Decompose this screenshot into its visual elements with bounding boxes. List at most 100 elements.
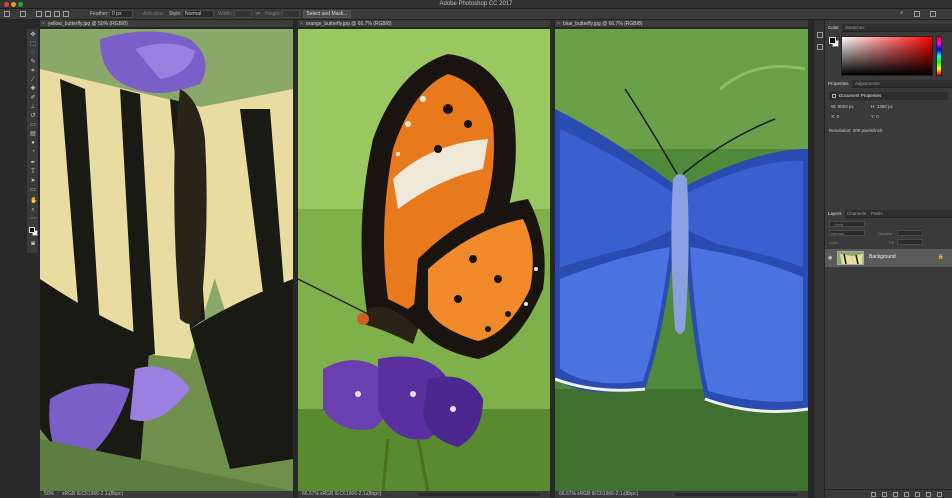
height-input[interactable] — [282, 10, 300, 18]
document-window-orange[interactable]: × orange_butterfly.jpg @ 66.7% (RGB/8) 6… — [298, 20, 550, 498]
rectangular-marquee-icon[interactable] — [20, 11, 26, 17]
close-tab-icon[interactable]: × — [300, 20, 303, 27]
link-layers-icon[interactable] — [871, 492, 876, 497]
zoom-level[interactable]: 50% — [44, 491, 54, 498]
color-profile: sRGB IEC61966-2.1 (8bpc) — [320, 491, 382, 497]
marquee-tool-icon[interactable]: ⬚ — [30, 41, 36, 47]
healing-brush-tool-icon[interactable]: ✚ — [30, 86, 36, 92]
hand-tool-icon[interactable]: ✋ — [30, 198, 37, 204]
document-canvas[interactable] — [555, 29, 808, 491]
visibility-eye-icon[interactable]: ◉ — [828, 255, 832, 261]
document-window-blue[interactable]: × blue_butterfly.jpg @ 66.7% (RGB/8) 66.… — [555, 20, 808, 498]
anti-alias-checkbox[interactable]: Anti-alias — [143, 11, 164, 17]
document-window-yellow[interactable]: × yellow_butterfly.jpg @ 50% (RGB/8) 50%… — [40, 20, 293, 498]
document-tab[interactable]: × yellow_butterfly.jpg @ 50% (RGB/8) — [40, 20, 293, 28]
horizontal-scrollbar[interactable] — [418, 493, 540, 496]
tab-color[interactable]: Color — [825, 24, 842, 32]
height-value[interactable]: H: 3380 px — [871, 104, 893, 109]
color-panel-foreground-swatch[interactable] — [829, 37, 836, 44]
blue-butterfly-image — [555, 29, 808, 491]
share-icon[interactable] — [930, 11, 936, 17]
adjustment-layer-icon[interactable] — [904, 492, 909, 497]
home-icon[interactable] — [4, 11, 10, 17]
x-value[interactable]: X: 0 — [831, 114, 839, 119]
move-tool-icon[interactable]: ✥ — [30, 32, 36, 38]
zoom-level[interactable]: 66.67% — [302, 491, 319, 498]
dodge-tool-icon[interactable]: ◔ — [30, 149, 36, 155]
width-input[interactable] — [234, 10, 252, 18]
brush-tool-icon[interactable]: ✐ — [30, 95, 36, 101]
hue-slider[interactable] — [936, 36, 942, 76]
clone-stamp-tool-icon[interactable]: ⊥ — [30, 104, 36, 110]
tab-swatches[interactable]: Swatches — [842, 24, 868, 32]
lock-label: Lock: — [829, 240, 839, 245]
lock-icon: 🔒 — [937, 254, 944, 260]
document-tab[interactable]: × orange_butterfly.jpg @ 66.7% (RGB/8) — [298, 20, 550, 28]
search-icon[interactable]: ⌕ — [900, 10, 903, 17]
properties-panel-tabs: Properties Adjustments — [825, 80, 952, 88]
document-status-bar: 66.67% sRGB IEC61966-2.1 (8bpc) ▸ — [555, 491, 808, 498]
add-selection-icon[interactable] — [45, 11, 51, 17]
lasso-tool-icon[interactable]: ◌ — [30, 50, 36, 56]
color-picker-field[interactable] — [841, 36, 933, 76]
brush-presets-panel-icon[interactable] — [817, 44, 823, 50]
layers-panel-tabs: Layers Channels Paths — [825, 210, 952, 218]
fill-input[interactable] — [897, 239, 923, 245]
title-bar: Adobe Photoshop CC 2017 — [0, 0, 952, 9]
tab-paths[interactable]: Paths — [868, 210, 886, 218]
type-tool-icon[interactable]: T — [30, 169, 36, 175]
layer-row-background[interactable]: ◉ Background 🔒 — [825, 249, 952, 267]
quick-mask-icon[interactable]: ◙ — [30, 241, 36, 247]
color-profile: sRGB IEC61966-2.1 (8bpc) — [62, 491, 124, 497]
eyedropper-tool-icon[interactable]: ⁄ — [30, 77, 36, 83]
opacity-input[interactable] — [897, 230, 923, 236]
pen-tool-icon[interactable]: ✒ — [30, 160, 36, 166]
blur-tool-icon[interactable]: ● — [30, 140, 36, 146]
zoom-tool-icon[interactable]: ⌕ — [30, 207, 36, 213]
width-value[interactable]: W: 9083 px — [831, 104, 854, 109]
history-brush-tool-icon[interactable]: ↺ — [30, 113, 36, 119]
subtract-selection-icon[interactable] — [54, 11, 60, 17]
layers-panel-footer — [825, 489, 952, 498]
eraser-tool-icon[interactable]: ▭ — [30, 122, 36, 128]
width-label: Width: — [218, 11, 233, 17]
select-and-mask-button[interactable]: Select and Mask... — [303, 10, 351, 18]
layer-style-icon[interactable] — [882, 492, 887, 497]
document-tab[interactable]: × blue_butterfly.jpg @ 66.7% (RGB/8) — [555, 20, 808, 28]
workspace-icon[interactable] — [914, 11, 920, 17]
quick-select-tool-icon[interactable]: ✎ — [30, 59, 36, 65]
shape-tool-icon[interactable]: ▭ — [30, 187, 36, 193]
swap-icon[interactable]: ⇄ — [256, 11, 260, 17]
feather-input[interactable]: 0 px — [109, 10, 133, 18]
right-panels: Color Swatches Properties Adjustments Do… — [825, 20, 952, 498]
tab-layers[interactable]: Layers — [825, 210, 845, 218]
panel-icon-strip — [813, 20, 825, 498]
path-selection-tool-icon[interactable]: ➤ — [30, 178, 36, 184]
new-selection-icon[interactable] — [36, 11, 42, 17]
layer-name[interactable]: Background — [869, 254, 896, 260]
close-tab-icon[interactable]: × — [557, 20, 560, 27]
intersect-selection-icon[interactable] — [63, 11, 69, 17]
status-menu-arrow-icon[interactable]: ▸ — [366, 491, 369, 498]
tab-adjustments[interactable]: Adjustments — [852, 80, 883, 88]
foreground-color-swatch[interactable] — [29, 227, 35, 233]
close-tab-icon[interactable]: × — [42, 20, 45, 27]
layer-mask-icon[interactable] — [893, 492, 898, 497]
style-select[interactable]: Normal — [182, 10, 214, 18]
history-panel-icon[interactable] — [817, 32, 823, 38]
more-tools-icon[interactable]: ⋯ — [30, 216, 36, 222]
crop-tool-icon[interactable]: ⌗ — [30, 68, 36, 74]
zoom-level[interactable]: 66.67% — [559, 491, 576, 498]
y-value[interactable]: Y: 0 — [871, 114, 879, 119]
status-menu-arrow-icon[interactable]: ▸ — [623, 491, 626, 498]
gradient-tool-icon[interactable]: ▤ — [30, 131, 36, 137]
document-canvas[interactable] — [40, 29, 293, 491]
tab-properties[interactable]: Properties — [825, 80, 852, 88]
horizontal-scrollbar[interactable] — [675, 493, 798, 496]
delete-layer-icon[interactable] — [937, 492, 942, 497]
new-layer-icon[interactable] — [926, 492, 931, 497]
tab-channels[interactable]: Channels — [844, 210, 869, 218]
new-group-icon[interactable] — [915, 492, 920, 497]
document-canvas[interactable] — [298, 29, 550, 491]
status-menu-arrow-icon[interactable]: ▸ — [108, 491, 111, 498]
